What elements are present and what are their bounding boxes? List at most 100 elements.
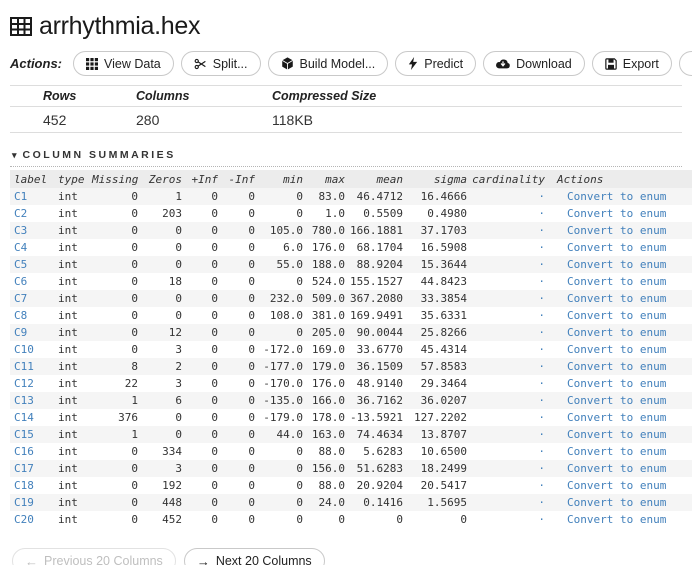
column-label-link[interactable]: C11	[14, 360, 34, 373]
page-title: arrhythmia.hex	[39, 12, 201, 40]
missing-cell: 0	[92, 222, 142, 239]
convert-to-enum-link[interactable]: Convert to enum	[567, 343, 666, 356]
split-label: Split...	[212, 56, 248, 71]
column-label-link[interactable]: C13	[14, 394, 34, 407]
min-cell: 6.0	[283, 241, 303, 254]
neg-inf-cell: 0	[248, 411, 255, 424]
neg-inf-cell: 0	[222, 494, 259, 511]
convert-to-enum-link[interactable]: Convert to enum	[567, 326, 666, 339]
missing-cell: 1	[92, 426, 142, 443]
view-data-button[interactable]: View Data	[73, 51, 174, 76]
convert-to-enum-link[interactable]: Convert to enum	[567, 394, 666, 407]
column-label-link[interactable]: C8	[14, 309, 27, 322]
column-label-link[interactable]: C12	[14, 377, 34, 390]
column-type-cell: int	[54, 392, 92, 409]
missing-cell: 0	[92, 256, 142, 273]
table-row: C1 int 0 1 0 0 0 83.0 46.4712 16.4666 · Convert to …	[10, 188, 692, 205]
convert-to-enum-link[interactable]: Convert to enum	[567, 258, 666, 271]
view-data-label: View Data	[104, 56, 161, 71]
missing-cell: 22	[124, 377, 138, 390]
convert-to-enum-link[interactable]: Convert to enum	[567, 224, 666, 237]
sigma-cell: 36.0207	[407, 392, 471, 409]
download-label: Download	[516, 56, 572, 71]
neg-inf-cell: 0	[222, 324, 259, 341]
column-label-link[interactable]: C15	[14, 428, 34, 441]
neg-inf-cell: 0	[248, 445, 255, 458]
export-button[interactable]: Export	[591, 51, 672, 76]
convert-to-enum-link[interactable]: Convert to enum	[567, 190, 666, 203]
column-label-link[interactable]: C4	[14, 241, 27, 254]
col-header-max: max	[307, 170, 349, 188]
column-label-cell: C8	[10, 307, 54, 324]
convert-to-enum-link[interactable]: Convert to enum	[567, 445, 666, 458]
next-columns-button[interactable]: → Next 20 Columns	[183, 548, 325, 565]
column-type-cell: int	[58, 513, 78, 526]
neg-inf-cell: 0	[222, 290, 259, 307]
convert-to-enum-link[interactable]: Convert to enum	[567, 292, 666, 305]
column-label-link[interactable]: C14	[14, 411, 34, 424]
convert-to-enum-link[interactable]: Convert to enum	[567, 275, 666, 288]
actions-cell: Convert to enum	[549, 188, 692, 205]
actions-bar: Actions: View Data Split... Build Model.…	[10, 51, 692, 76]
min-cell: 0	[259, 188, 307, 205]
actions-cell: Convert to enum	[549, 392, 692, 409]
convert-to-enum-link[interactable]: Convert to enum	[567, 513, 666, 526]
column-label-link[interactable]: C7	[14, 292, 27, 305]
col-header-sigma: sigma	[407, 170, 471, 188]
convert-to-enum-link[interactable]: Convert to enum	[567, 496, 666, 509]
build-model-button[interactable]: Build Model...	[267, 51, 389, 76]
convert-to-enum-link[interactable]: Convert to enum	[567, 377, 666, 390]
cardinality-cell: ·	[471, 188, 549, 205]
table-icon	[10, 17, 32, 36]
column-label-link[interactable]: C16	[14, 445, 34, 458]
split-button[interactable]: Split...	[180, 51, 261, 76]
neg-inf-cell: 0	[222, 188, 259, 205]
predict-button[interactable]: Predict	[395, 51, 477, 76]
pos-inf-cell: 0	[211, 207, 218, 220]
column-summaries-heading[interactable]: ▾ COLUMN SUMMARIES	[10, 147, 682, 167]
column-label-cell: C4	[10, 239, 54, 256]
pos-inf-cell: 0	[186, 188, 222, 205]
convert-to-enum-link[interactable]: Convert to enum	[567, 207, 666, 220]
column-label-link[interactable]: C5	[14, 258, 27, 271]
column-label-link[interactable]: C2	[14, 207, 27, 220]
column-label-link[interactable]: C9	[14, 326, 27, 339]
min-cell: 0	[296, 207, 303, 220]
next-columns-label: Next 20 Columns	[215, 554, 312, 565]
convert-to-enum-link[interactable]: Convert to enum	[567, 241, 666, 254]
right-arrow-icon: →	[196, 553, 210, 565]
column-label-link[interactable]: C3	[14, 224, 27, 237]
page-header: arrhythmia.hex	[10, 12, 682, 41]
column-label-cell: C17	[10, 460, 54, 477]
actions-cell: Convert to enum	[549, 239, 692, 256]
column-label-link[interactable]: C10	[14, 343, 34, 356]
convert-to-enum-link[interactable]: Convert to enum	[567, 360, 666, 373]
zeros-cell: 0	[142, 256, 186, 273]
mean-cell: 88.9204	[349, 256, 407, 273]
column-label-cell: C15	[10, 426, 54, 443]
column-label-link[interactable]: C1	[14, 190, 27, 203]
column-label-link[interactable]: C18	[14, 479, 34, 492]
summary-table-body: C1 int 0 1 0 0 0 83.0 46.4712 16.4666 · Convert to …	[10, 188, 692, 528]
frame-info-header-row: Rows Columns Compressed Size	[10, 85, 682, 107]
convert-to-enum-link[interactable]: Convert to enum	[567, 479, 666, 492]
convert-to-enum-link[interactable]: Convert to enum	[567, 428, 666, 441]
column-label-link[interactable]: C17	[14, 462, 34, 475]
convert-to-enum-link[interactable]: Convert to enum	[567, 462, 666, 475]
download-button[interactable]: Download	[483, 51, 585, 76]
max-cell: 176.0	[311, 241, 345, 254]
max-cell: 169.0	[311, 343, 345, 356]
mean-cell: 33.6770	[356, 343, 403, 356]
previous-columns-button[interactable]: ← Previous 20 Columns	[12, 548, 176, 565]
column-label-link[interactable]: C19	[14, 496, 34, 509]
summary-header-row: label type Missing Zeros +Inf -Inf min m…	[10, 170, 692, 188]
zeros-cell: 0	[142, 222, 186, 239]
mean-cell: 0.1416	[349, 494, 407, 511]
delete-button[interactable]: Delete	[678, 51, 692, 76]
zeros-cell: 3	[175, 377, 182, 390]
column-label-link[interactable]: C20	[14, 513, 34, 526]
max-cell: 509.0	[307, 290, 349, 307]
column-label-link[interactable]: C6	[14, 275, 27, 288]
convert-to-enum-link[interactable]: Convert to enum	[567, 309, 666, 322]
convert-to-enum-link[interactable]: Convert to enum	[567, 411, 666, 424]
